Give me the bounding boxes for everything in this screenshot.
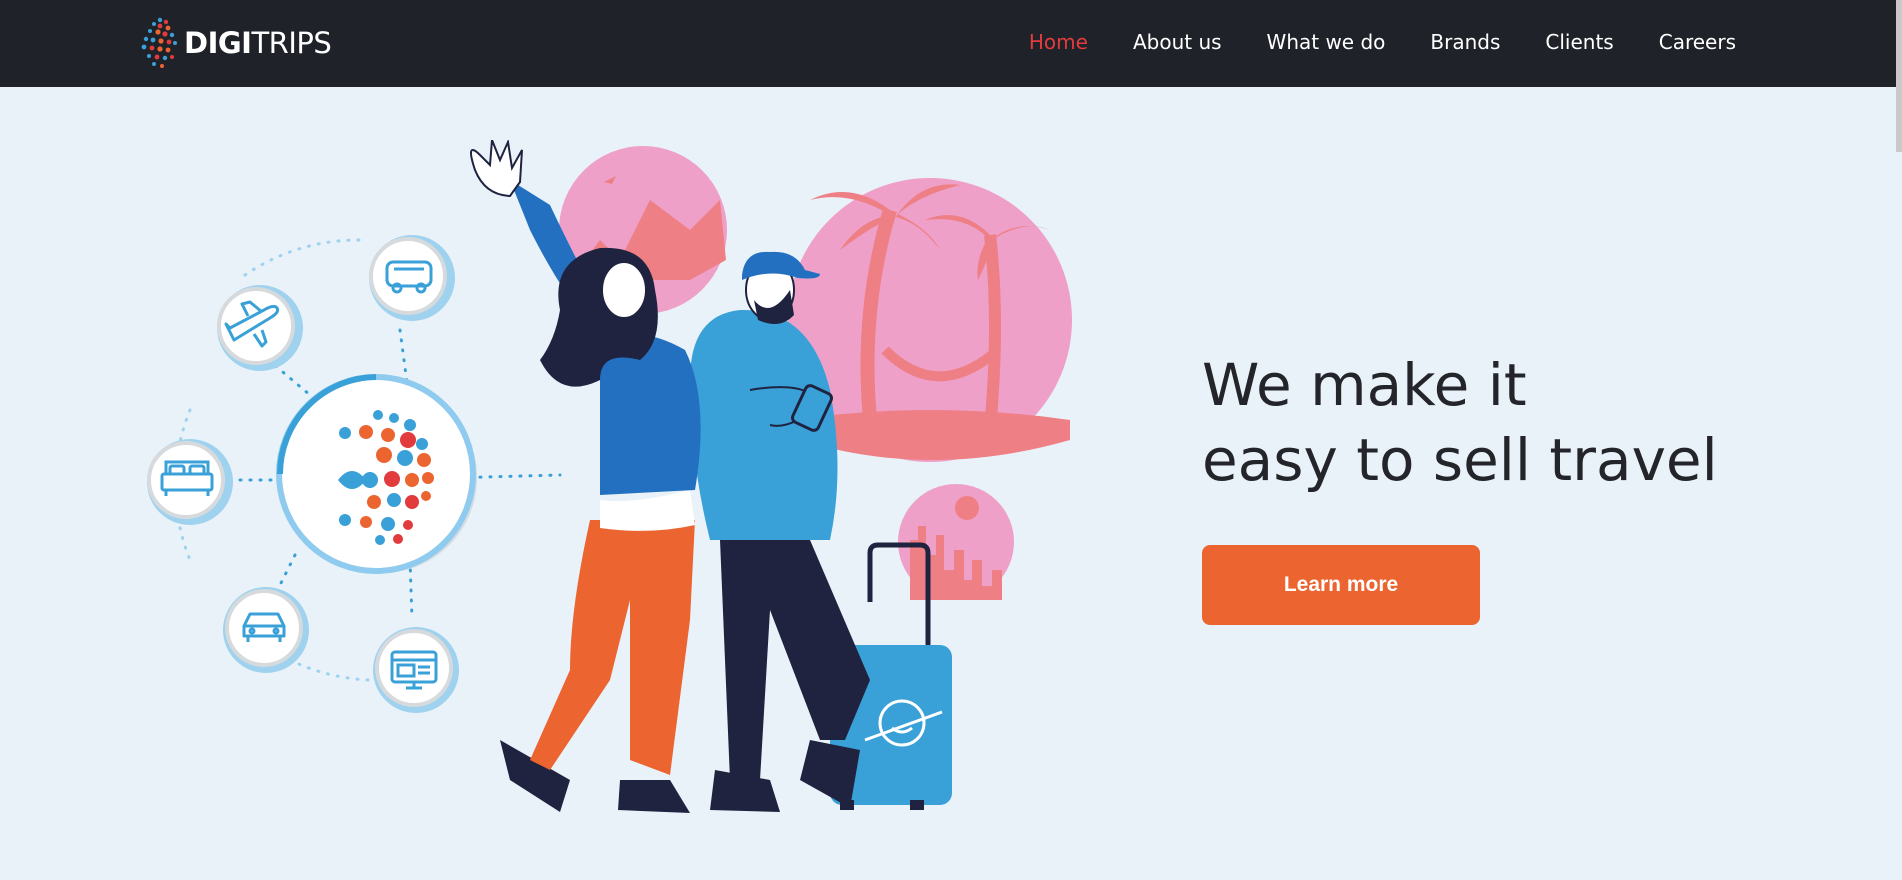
nav-brands[interactable]: Brands bbox=[1430, 30, 1500, 54]
nav-careers[interactable]: Careers bbox=[1659, 30, 1736, 54]
hero-title-line-1: We make it bbox=[1202, 351, 1527, 419]
brand-logo[interactable]: DIGITRIPS bbox=[138, 14, 332, 72]
city-skyline-scene bbox=[898, 484, 1014, 600]
browser-icon-circle bbox=[373, 627, 459, 713]
bed-icon-circle bbox=[147, 439, 233, 525]
nav-about-us[interactable]: About us bbox=[1133, 30, 1222, 54]
nav-home[interactable]: Home bbox=[1029, 30, 1088, 54]
page-scrollbar[interactable] bbox=[1896, 0, 1902, 152]
hub-circle bbox=[276, 374, 477, 574]
learn-more-button[interactable]: Learn more bbox=[1202, 545, 1480, 625]
bus-icon-circle bbox=[369, 235, 455, 321]
main-nav: Home About us What we do Brands Clients … bbox=[1029, 30, 1736, 54]
hero-title-line-2: easy to sell travel bbox=[1202, 426, 1718, 494]
nav-clients[interactable]: Clients bbox=[1545, 30, 1613, 54]
navbar: DIGITRIPS Home About us What we do Brand… bbox=[0, 0, 1902, 87]
car-icon-circle bbox=[223, 587, 309, 673]
brand-wordmark: DIGITRIPS bbox=[184, 25, 332, 60]
plane-icon-circle bbox=[217, 285, 303, 371]
nav-what-we-do[interactable]: What we do bbox=[1267, 30, 1386, 54]
hero-title: We make it easy to sell travel bbox=[1202, 348, 1718, 498]
digitrips-logo-icon bbox=[141, 17, 177, 68]
hero-illustration bbox=[147, 140, 1072, 813]
